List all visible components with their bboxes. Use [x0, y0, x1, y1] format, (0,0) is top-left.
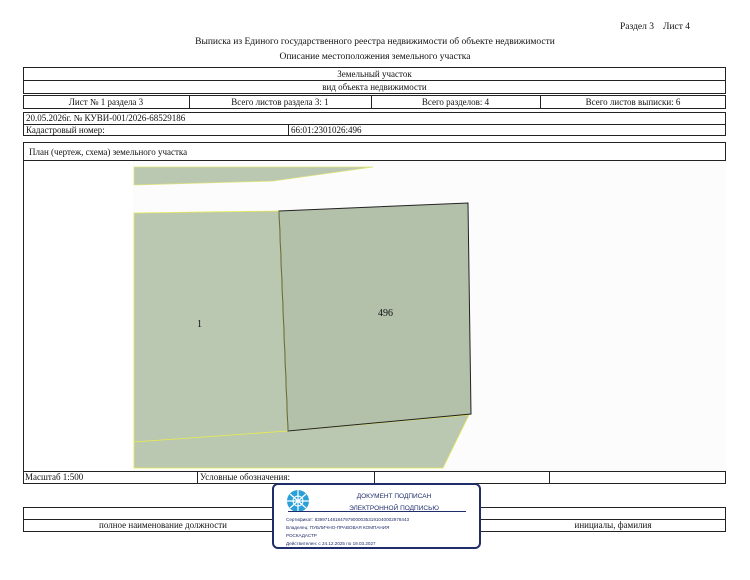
- plan-drawing: 1 496: [23, 161, 726, 471]
- parcel-1: [133, 210, 289, 443]
- section-number: Раздел 3: [620, 22, 654, 32]
- divider: [23, 124, 726, 125]
- stamp-line-2: ЭЛЕКТРОННОЙ ПОДПИСЬЮ: [349, 505, 439, 512]
- parcel-label-1: 1: [197, 319, 202, 330]
- divider: [197, 471, 198, 484]
- cadastral-number: 66:01:2301026:496: [291, 125, 362, 135]
- position-caption: полное наименование должности: [99, 520, 227, 530]
- total-sheets-extract: Всего листов выписки: 6: [585, 97, 681, 107]
- document-number: 20.05.2026г. № КУВИ-001/2026-68529186: [26, 113, 186, 123]
- parcel-label-496: 496: [378, 308, 393, 319]
- stamp-validity: Действителен: с 24.12.2025 по 19.03.2027: [286, 541, 376, 546]
- object-type-caption: вид объекта недвижимости: [322, 82, 427, 92]
- sheet-no: Лист № 1 раздела 3: [68, 97, 144, 107]
- legend-label: Условные обозначения:: [200, 472, 291, 482]
- page-title: Выписка из Единого государственного реес…: [195, 37, 555, 47]
- stamp-owner: Владелец: ПУБЛИЧНО-ПРАВОВАЯ КОМПАНИЯ: [286, 525, 390, 530]
- object-type: Земельный участок: [337, 69, 412, 79]
- total-sheets-section: Всего листов раздела 3: 1: [231, 97, 329, 107]
- page-subtitle: Описание местоположения земельного участ…: [279, 52, 471, 62]
- divider: [288, 124, 289, 136]
- parcel-496: [278, 202, 472, 432]
- stamp-owner-2: РОСКАДАСТР: [286, 533, 317, 538]
- stamp-certificate: Сертификат: 8399714818479790000353191040…: [286, 517, 410, 522]
- cadastral-label: Кадастровый номер:: [26, 125, 105, 135]
- divider: [549, 471, 550, 484]
- sheet-number: Лист 4: [663, 22, 691, 32]
- total-sections: Всего разделов: 4: [421, 97, 490, 107]
- plan-title: План (чертеж, схема) земельного участка: [29, 147, 188, 157]
- stamp-line-1: ДОКУМЕНТ ПОДПИСАН: [356, 493, 432, 500]
- roskadastr-logo-icon: [287, 490, 309, 512]
- e-signature-stamp: ДОКУМЕНТ ПОДПИСАН ЭЛЕКТРОННОЙ ПОДПИСЬЮ С…: [272, 483, 481, 549]
- scale: Масштаб 1:500: [25, 472, 84, 482]
- name-caption: инициалы, фамилия: [574, 520, 652, 530]
